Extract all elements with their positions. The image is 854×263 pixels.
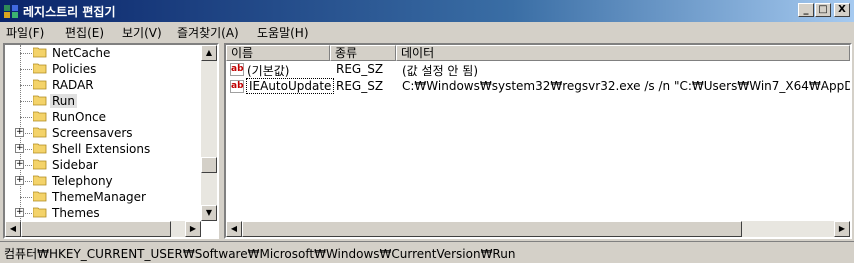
folder-icon <box>33 143 47 154</box>
string-value-icon: ab <box>230 63 244 76</box>
value-type: REG_SZ <box>336 62 384 76</box>
tree-item-label: Run <box>50 94 78 108</box>
close-button[interactable]: X <box>834 3 850 17</box>
tree-connector-line <box>20 101 32 102</box>
menu-file[interactable]: 파일(F) <box>6 24 44 41</box>
window-title: 레지스트리 편집기 <box>23 5 116 19</box>
scroll-down-icon[interactable]: ▼ <box>201 205 217 221</box>
tree-vscroll-thumb[interactable] <box>201 157 217 173</box>
tree-item-label: Policies <box>52 62 97 76</box>
tree-item-label: Shell Extensions <box>52 142 151 156</box>
list-horizontal-scrollbar[interactable]: ◀ ▶ <box>226 221 850 237</box>
scroll-right-icon[interactable]: ▶ <box>185 221 201 237</box>
tree-item[interactable]: + Themes <box>5 205 201 221</box>
tree-item[interactable]: Policies <box>5 61 201 77</box>
maximize-button[interactable]: □ <box>815 3 831 17</box>
tree-item[interactable]: Run <box>5 93 201 109</box>
scroll-left-icon[interactable]: ◀ <box>226 221 242 237</box>
folder-icon <box>33 47 47 58</box>
column-header-data[interactable]: 데이터 <box>396 45 850 61</box>
list-hscroll-thumb[interactable] <box>242 221 742 237</box>
tree-item[interactable]: + Telephony <box>5 173 201 189</box>
expand-plus-icon[interactable]: + <box>15 144 24 153</box>
tree-item-label: RunOnce <box>52 110 107 124</box>
folder-icon <box>33 127 47 138</box>
tree-item-label: Screensavers <box>52 126 133 140</box>
folder-icon <box>33 95 47 106</box>
string-value-icon: ab <box>230 80 244 93</box>
tree-hscroll-thumb[interactable] <box>21 221 171 237</box>
tree-item[interactable]: + Shell Extensions <box>5 141 201 157</box>
tree-item[interactable]: NetCache <box>5 45 201 61</box>
tree-item[interactable]: ThemeManager <box>5 189 201 205</box>
tree-item-label: ThemeManager <box>52 190 146 204</box>
scroll-up-icon[interactable]: ▲ <box>201 45 217 61</box>
value-name: (기본값) <box>247 64 290 78</box>
tree-horizontal-scrollbar[interactable]: ◀ ▶ <box>5 221 201 237</box>
value-data: (값 설정 안 됨) <box>402 64 479 78</box>
values-list-pane[interactable]: 이름 종류 데이터 ab (기본값) REG_SZ (값 설정 안 됨) ab … <box>224 43 852 239</box>
title-bar[interactable]: 레지스트리 편집기 _ □ X <box>0 0 854 22</box>
folder-icon <box>33 63 47 74</box>
menu-favorites[interactable]: 즐겨찾기(A) <box>177 24 239 41</box>
tree-connector-line <box>20 117 32 118</box>
key-tree-pane[interactable]: NetCache Policies RADAR Run RunOnce + Screensa… <box>3 43 219 239</box>
tree-item[interactable]: + Screensavers <box>5 125 201 141</box>
tree-item[interactable]: RunOnce <box>5 109 201 125</box>
list-item[interactable]: ab (기본값) REG_SZ (값 설정 안 됨) <box>226 62 836 78</box>
registry-editor-icon <box>4 5 18 18</box>
minimize-button[interactable]: _ <box>798 3 814 17</box>
folder-icon <box>33 175 47 186</box>
expand-plus-icon[interactable]: + <box>15 208 24 217</box>
tree-item-label: Telephony <box>52 174 113 188</box>
expand-plus-icon[interactable]: + <box>15 128 24 137</box>
tree-connector-line <box>20 69 32 70</box>
tree-item-label: NetCache <box>52 46 111 60</box>
tree-item[interactable]: RADAR <box>5 77 201 93</box>
current-key-path: 컴퓨터₩HKEY_CURRENT_USER₩Software₩Microsoft… <box>4 247 516 261</box>
expand-plus-icon[interactable]: + <box>15 160 24 169</box>
column-header-name[interactable]: 이름 <box>226 45 330 61</box>
tree-connector-line <box>20 197 32 198</box>
folder-icon <box>33 79 47 90</box>
value-name: IEAutoUpdate <box>245 78 335 94</box>
menu-view[interactable]: 보기(V) <box>122 24 162 41</box>
folder-icon <box>33 159 47 170</box>
value-data: C:₩Windows₩system32₩regsvr32.exe /s /n "… <box>402 79 852 93</box>
tree-connector-line <box>20 53 32 54</box>
scroll-right-icon[interactable]: ▶ <box>834 221 850 237</box>
tree-item-label: Themes <box>52 206 100 220</box>
scroll-left-icon[interactable]: ◀ <box>5 221 21 237</box>
list-item[interactable]: ab IEAutoUpdate REG_SZ C:₩Windows₩system… <box>226 78 850 95</box>
tree-item-label: RADAR <box>52 78 94 92</box>
tree-vertical-scrollbar[interactable]: ▲ ▼ <box>201 45 217 221</box>
tree-connector-line <box>20 85 32 86</box>
tree-item-label: Sidebar <box>52 158 98 172</box>
folder-icon <box>33 207 47 218</box>
column-header-type[interactable]: 종류 <box>330 45 396 61</box>
folder-icon <box>33 191 47 202</box>
value-type: REG_SZ <box>336 79 384 93</box>
folder-icon <box>33 111 47 122</box>
status-bar: 컴퓨터₩HKEY_CURRENT_USER₩Software₩Microsoft… <box>0 241 854 263</box>
expand-plus-icon[interactable]: + <box>15 176 24 185</box>
tree-item[interactable]: + Sidebar <box>5 157 201 173</box>
menu-edit[interactable]: 편집(E) <box>65 24 104 41</box>
menu-help[interactable]: 도움말(H) <box>257 24 309 41</box>
menu-bar: 파일(F) 편집(E) 보기(V) 즐겨찾기(A) 도움말(H) <box>0 22 854 42</box>
